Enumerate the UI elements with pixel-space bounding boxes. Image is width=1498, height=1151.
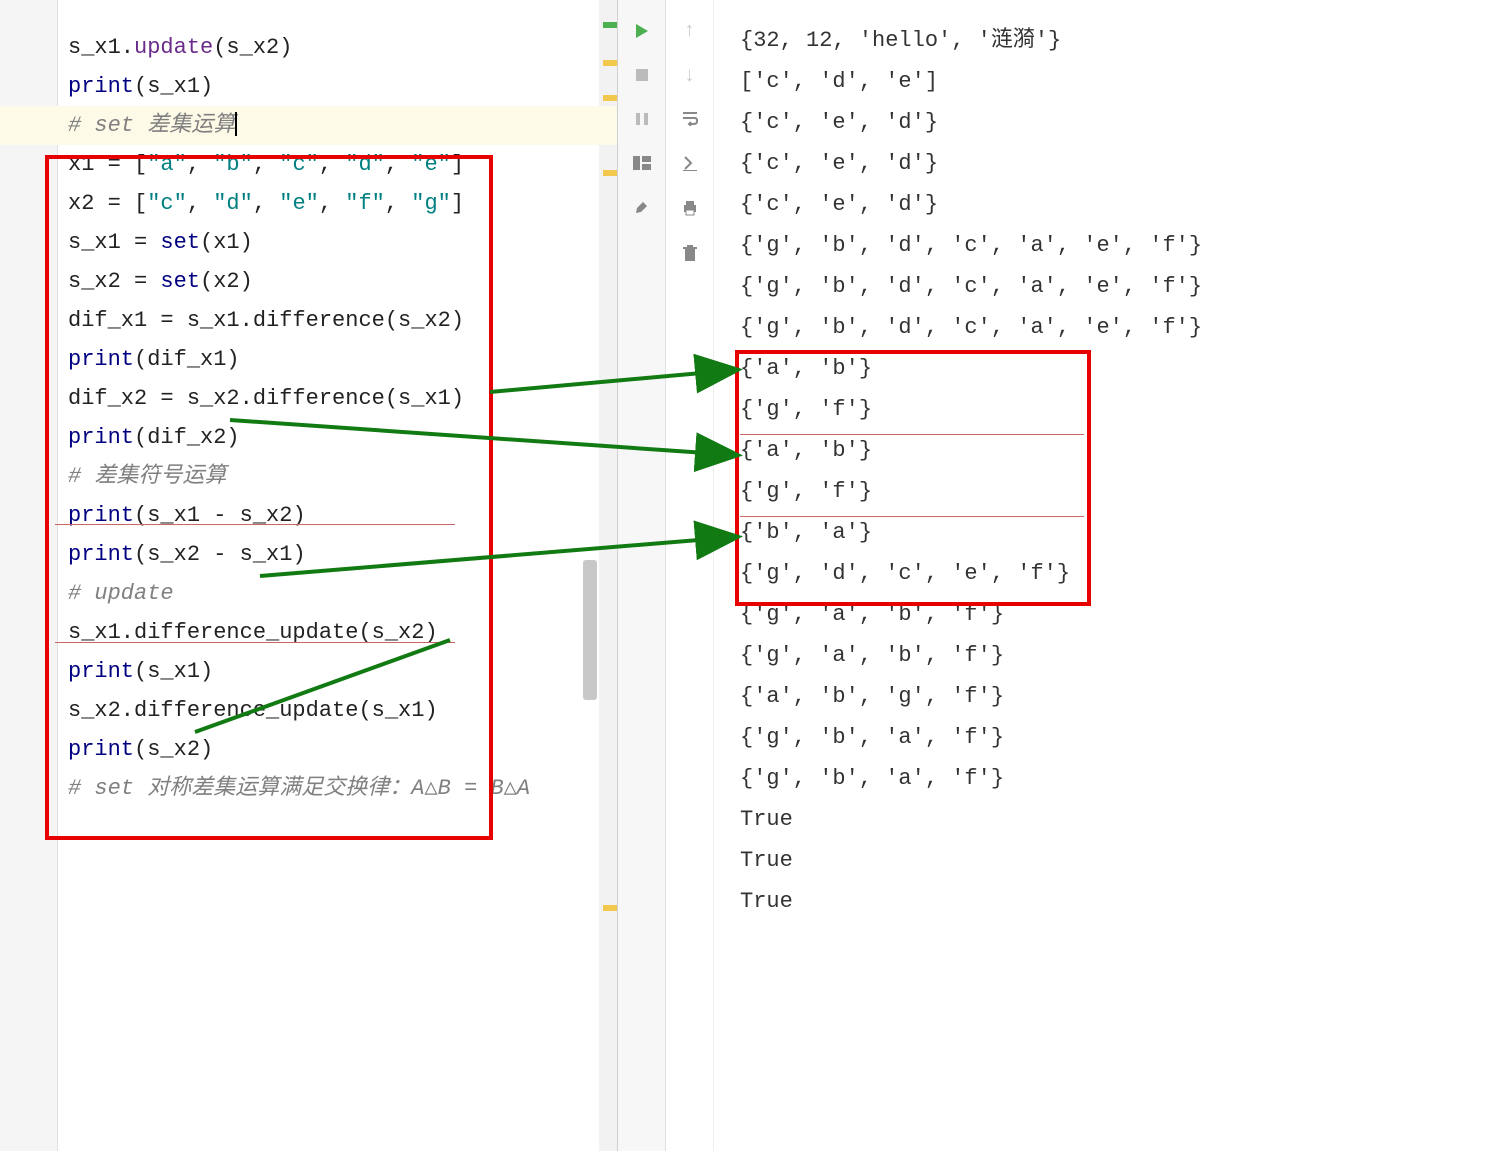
arrow-up-icon[interactable]: ↑ xyxy=(683,20,695,43)
code-line: s_x1.update(s_x2) xyxy=(68,28,617,67)
stop-icon[interactable] xyxy=(631,64,653,86)
console-output-pane[interactable]: {32, 12, 'hello', '涟漪'} ['c', 'd', 'e'] … xyxy=(714,0,1498,1151)
output-line: {'a', 'b'} xyxy=(740,348,1488,389)
code-line: print(s_x2) xyxy=(68,730,617,769)
code-line: s_x1 = set(x1) xyxy=(68,223,617,262)
output-line: True xyxy=(740,881,1488,922)
output-line: {'a', 'b'} xyxy=(740,430,1488,471)
output-line: {'g', 'b', 'a', 'f'} xyxy=(740,717,1488,758)
output-line: {'c', 'e', 'd'} xyxy=(740,143,1488,184)
run-toolbar-left xyxy=(618,0,666,1151)
output-line: {'g', 'b', 'd', 'c', 'a', 'e', 'f'} xyxy=(740,225,1488,266)
code-line: s_x1.difference_update(s_x2) xyxy=(68,613,617,652)
output-line: True xyxy=(740,840,1488,881)
code-line: dif_x2 = s_x2.difference(s_x1) xyxy=(68,379,617,418)
annotation-divider xyxy=(740,434,1084,435)
output-line: {'g', 'f'} xyxy=(740,471,1488,512)
arrow-down-icon[interactable]: ↓ xyxy=(683,65,695,88)
code-comment: # update xyxy=(68,574,617,613)
code-line: print(s_x1) xyxy=(68,652,617,691)
print-icon[interactable] xyxy=(681,200,699,223)
layout-icon[interactable] xyxy=(631,152,653,174)
pause-icon[interactable] xyxy=(631,108,653,130)
code-line: print(dif_x2) xyxy=(68,418,617,457)
output-line: {'g', 'd', 'c', 'e', 'f'} xyxy=(740,553,1488,594)
output-line: {'g', 'a', 'b', 'f'} xyxy=(740,594,1488,635)
code-line: print(s_x2 - s_x1) xyxy=(68,535,617,574)
run-toolbar-right: ↑ ↓ xyxy=(666,0,714,1151)
code-line: dif_x1 = s_x1.difference(s_x2) xyxy=(68,301,617,340)
output-line: ['c', 'd', 'e'] xyxy=(740,61,1488,102)
code-comment: # set 对称差集运算满足交换律：A△B = B△A xyxy=(68,769,617,808)
code-line: x1 = ["a", "b", "c", "d", "e"] xyxy=(68,145,617,184)
output-line: {'c', 'e', 'd'} xyxy=(740,102,1488,143)
output-line: {'g', 'b', 'd', 'c', 'a', 'e', 'f'} xyxy=(740,307,1488,348)
code-editor-pane[interactable]: s_x1.update(s_x2) print(s_x1) # set 差集运算… xyxy=(0,0,618,1151)
code-area[interactable]: s_x1.update(s_x2) print(s_x1) # set 差集运算… xyxy=(0,10,617,808)
output-line: {'c', 'e', 'd'} xyxy=(740,184,1488,225)
output-line: {'g', 'f'} xyxy=(740,389,1488,430)
output-line: {32, 12, 'hello', '涟漪'} xyxy=(740,20,1488,61)
code-comment: # 差集符号运算 xyxy=(68,457,617,496)
output-line: {'g', 'b', 'd', 'c', 'a', 'e', 'f'} xyxy=(740,266,1488,307)
output-line: {'g', 'a', 'b', 'f'} xyxy=(740,635,1488,676)
code-line: print(s_x1 - s_x2) xyxy=(68,496,617,535)
code-line: s_x2.difference_update(s_x1) xyxy=(68,691,617,730)
output-line: True xyxy=(740,799,1488,840)
output-line: {'a', 'b', 'g', 'f'} xyxy=(740,676,1488,717)
code-line: s_x2 = set(x2) xyxy=(68,262,617,301)
code-line: print(s_x1) xyxy=(68,67,617,106)
output-line: {'g', 'b', 'a', 'f'} xyxy=(740,758,1488,799)
run-icon[interactable] xyxy=(631,20,653,42)
trash-icon[interactable] xyxy=(682,245,698,270)
annotation-divider xyxy=(740,516,1084,517)
wrap-icon[interactable] xyxy=(681,110,699,133)
code-line: x2 = ["c", "d", "e", "f", "g"] xyxy=(68,184,617,223)
scroll-to-end-icon[interactable] xyxy=(681,155,699,178)
text-cursor xyxy=(235,112,237,136)
output-line: {'b', 'a'} xyxy=(740,512,1488,553)
code-comment: # set 差集运算 xyxy=(68,113,235,138)
pin-icon[interactable] xyxy=(631,196,653,218)
code-line: print(dif_x1) xyxy=(68,340,617,379)
